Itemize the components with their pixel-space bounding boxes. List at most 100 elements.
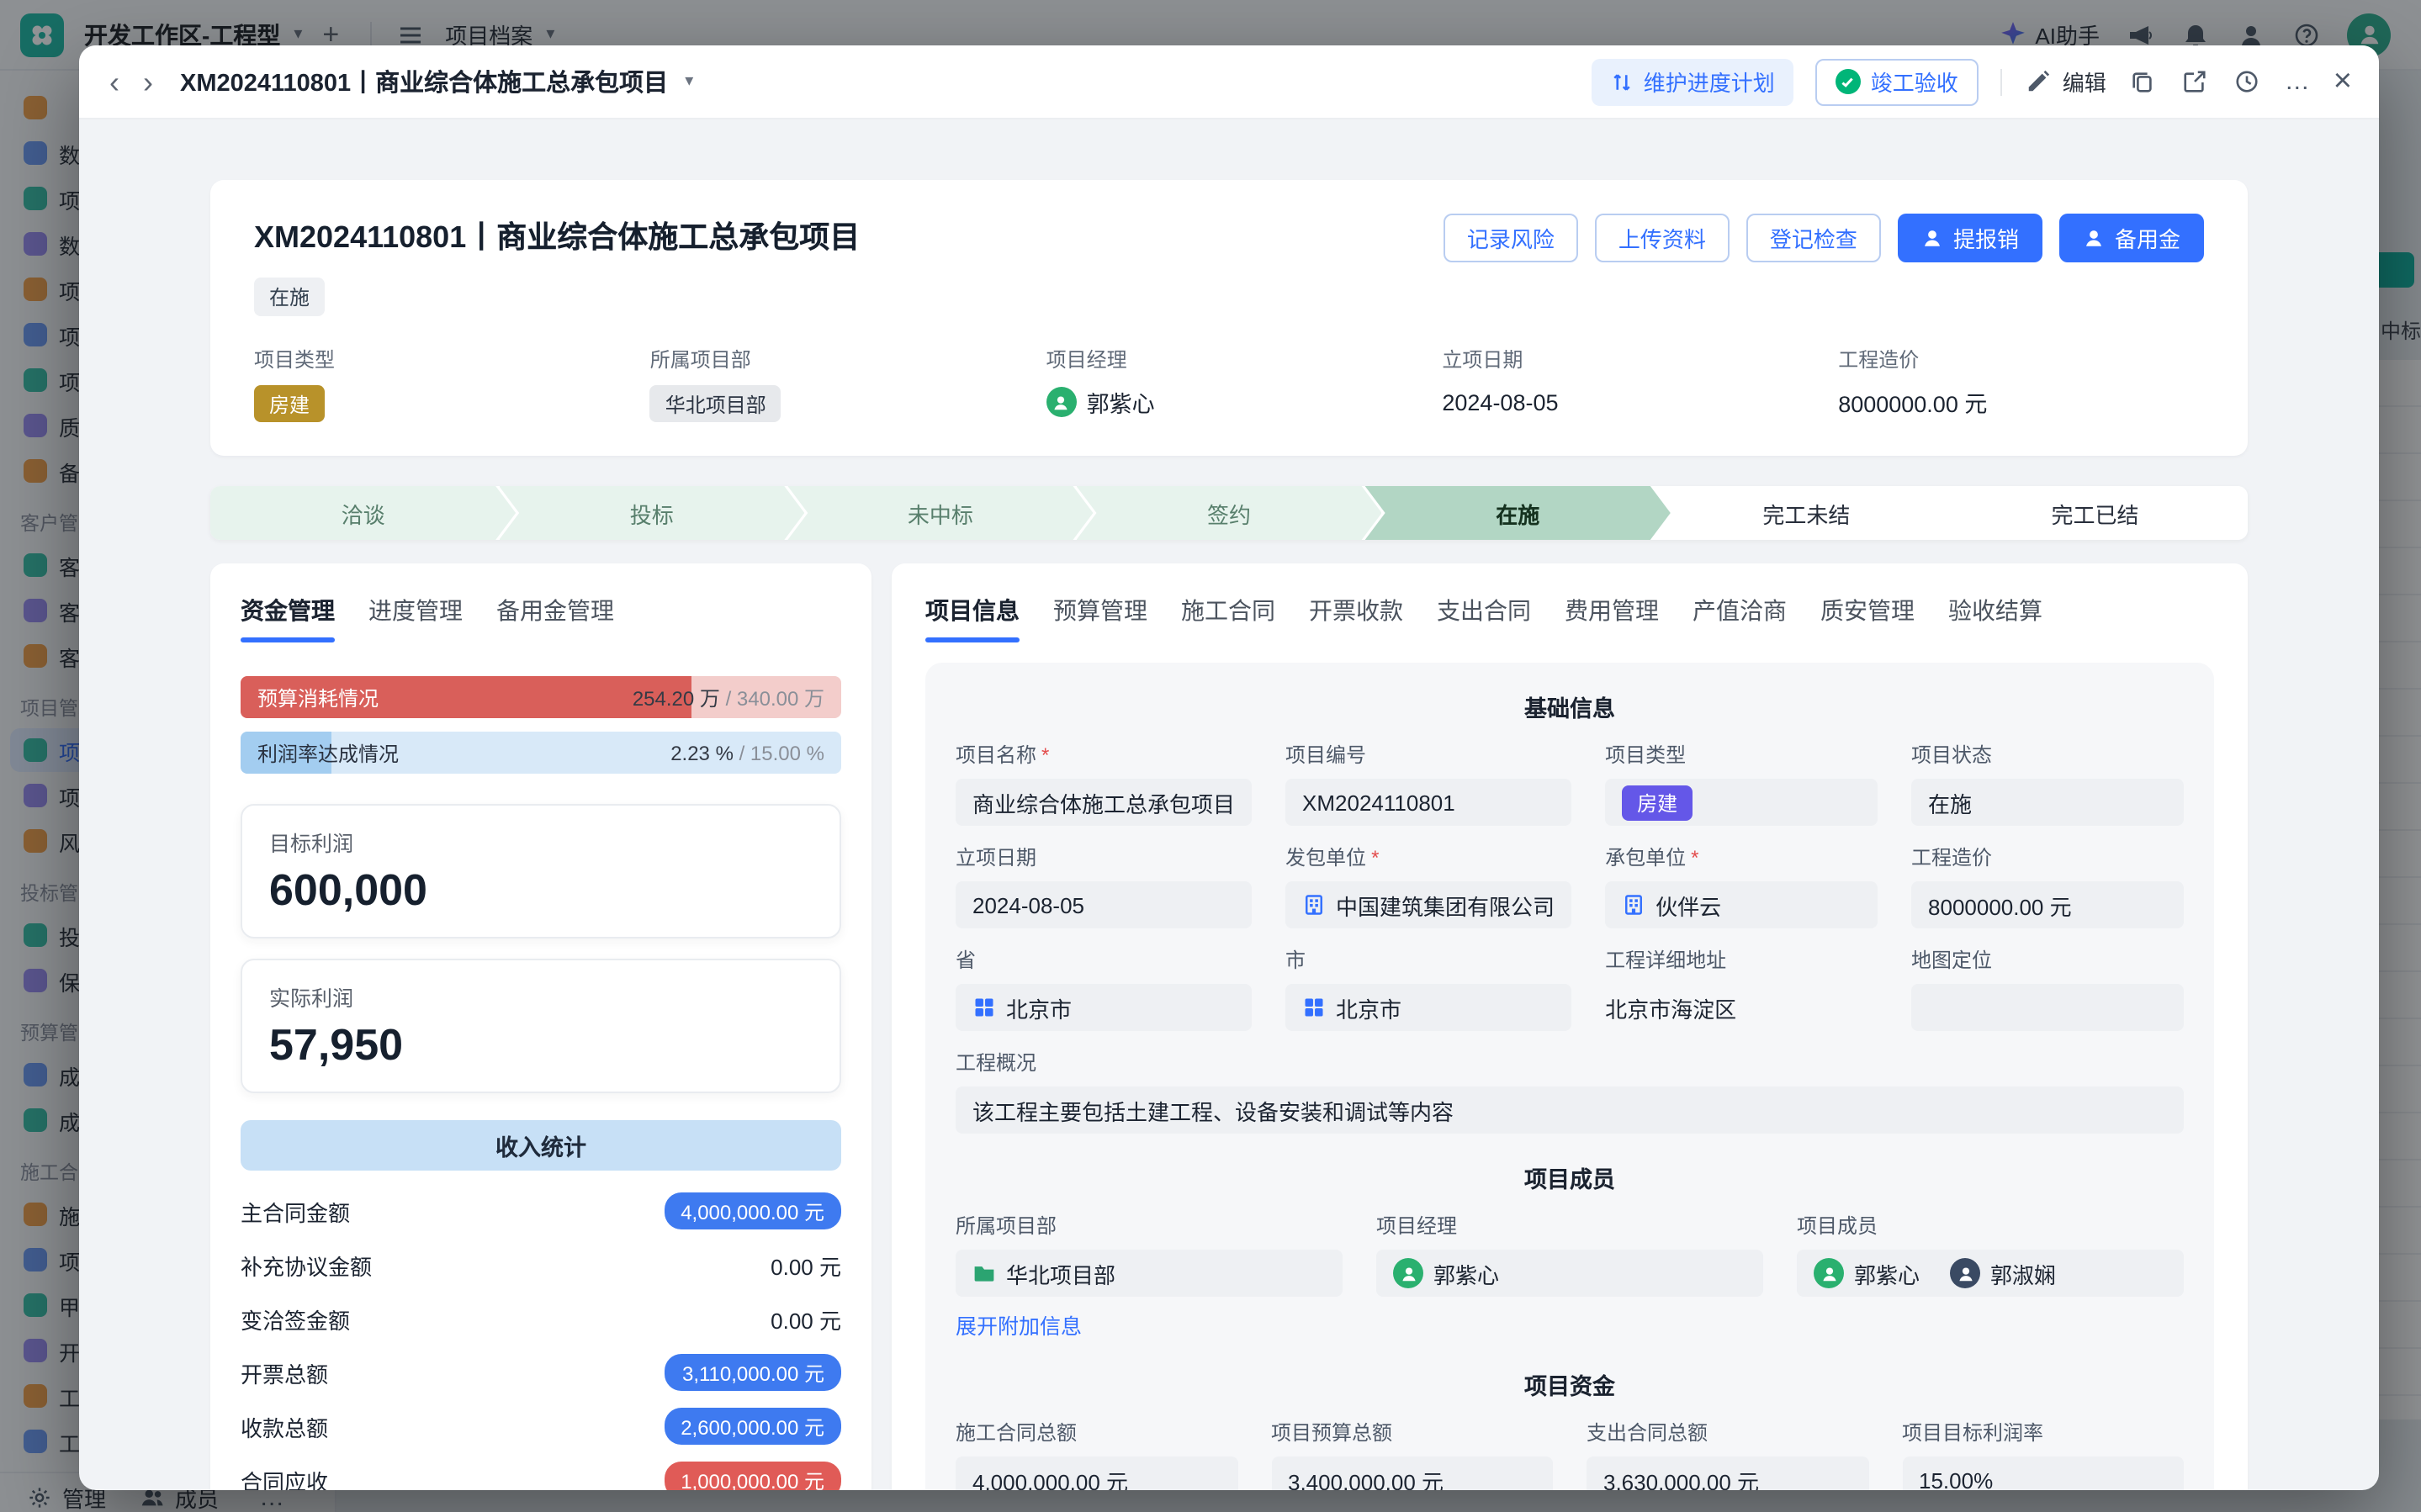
form-field-value[interactable]: 8000000.00 元	[1911, 881, 2184, 928]
register-inspection-button[interactable]: 登记检查	[1746, 214, 1881, 262]
chevron-down-icon[interactable]: ▾	[685, 72, 693, 91]
form-field-value[interactable]: XM2024110801	[1285, 779, 1571, 826]
form-field-value[interactable]: 在施	[1911, 779, 2184, 826]
form-field-overview: 工程概况 该工程主要包括土建工程、设备安装和调试等内容	[956, 1048, 2184, 1134]
expand-info-link[interactable]: 展开附加信息	[956, 1308, 1343, 1340]
form-field-value[interactable]: 北京市海淀区	[1605, 984, 1878, 1031]
tab[interactable]: 施工合同	[1181, 594, 1275, 642]
form-field: 项目类型 房建	[1605, 740, 1878, 826]
member-chip: 郭淑娴	[1950, 1257, 2056, 1289]
expense-report-button[interactable]: 提报销	[1898, 214, 2042, 262]
tab[interactable]: 验收结算	[1948, 594, 2042, 642]
stage-step[interactable]: 洽谈	[210, 486, 516, 540]
form-field-value[interactable]: 郭紫心	[1376, 1250, 1763, 1297]
member-chip: 郭紫心	[1393, 1257, 1499, 1289]
project-detail-modal: ‹ › XM2024110801丨商业综合体施工总承包项目 ▾ 维护进度计划 竣…	[79, 45, 2379, 1490]
form-field: 发包单位 中国建筑集团有限公司	[1285, 843, 1571, 928]
tab[interactable]: 备用金管理	[496, 594, 614, 642]
stage-step[interactable]: 完工已结	[1942, 486, 2248, 540]
more-button[interactable]: …	[2285, 67, 2312, 96]
close-button[interactable]: ×	[2334, 66, 2352, 98]
grid-icon	[972, 996, 996, 1019]
finance-rows: 主合同金额 4,000,000.00 元 补充协议金额 0.00 元 变洽签金额	[241, 1184, 841, 1490]
finance-row-value: 2,600,000.00 元	[664, 1408, 841, 1445]
members-grid: 所属项目部 华北项目部 展开附加信息 项目经理	[956, 1211, 2184, 1340]
finance-row-value: 4,000,000.00 元	[664, 1192, 841, 1229]
tab[interactable]: 产值洽商	[1693, 594, 1787, 642]
summary-field-start-date: 立项日期 2024-08-05	[1442, 345, 1808, 422]
form-field-value[interactable]: 该工程主要包括土建工程、设备安装和调试等内容	[956, 1086, 2184, 1134]
project-title: XM2024110801丨商业综合体施工总承包项目	[254, 214, 860, 257]
project-stage-bar: 洽谈 投标 未中标 签约 在施	[210, 486, 2248, 540]
form-field-value[interactable]: 15.00%	[1902, 1456, 2184, 1490]
tab[interactable]: 预算管理	[1053, 594, 1147, 642]
divider	[2000, 68, 2002, 95]
form-field-value[interactable]: 中国建筑集团有限公司	[1285, 881, 1571, 928]
history-button[interactable]	[2233, 66, 2263, 97]
profit-rate-progress-bar: 利润率达成情况 2.23 % / 15.00 %	[241, 732, 841, 774]
form-field: 支出合同总额 3,630,000.00 元	[1587, 1418, 1868, 1490]
share-button[interactable]	[2180, 66, 2211, 97]
summary-field-manager: 项目经理 郭紫心	[1046, 345, 1412, 422]
project-type-badge: 房建	[254, 385, 325, 422]
petty-cash-button[interactable]: 备用金	[2059, 214, 2204, 262]
forward-arrow-icon[interactable]: ›	[140, 66, 156, 97]
stage-step[interactable]: 投标	[499, 486, 804, 540]
form-field-value[interactable]: 北京市	[956, 984, 1252, 1031]
back-arrow-icon[interactable]: ‹	[106, 66, 123, 97]
tab[interactable]: 质安管理	[1820, 594, 1915, 642]
person-icon	[2083, 227, 2105, 249]
form-field-value[interactable]: 北京市	[1285, 984, 1571, 1031]
form-field: 项目预算总额 3,400,000.00 元	[1271, 1418, 1553, 1490]
tab[interactable]: 进度管理	[368, 594, 463, 642]
tab[interactable]: 支出合同	[1437, 594, 1531, 642]
copy-button[interactable]	[2128, 66, 2159, 97]
form-field-value[interactable]: 2024-08-05	[956, 881, 1252, 928]
finance-row: 开票总额 3,110,000.00 元	[241, 1345, 841, 1399]
stage-step[interactable]: 签约	[1076, 486, 1381, 540]
form-field-value[interactable]: 3,630,000.00 元	[1587, 1456, 1868, 1490]
income-stats-button[interactable]: 收入统计	[241, 1120, 841, 1171]
form-field-value[interactable]: 4,000,000.00 元	[956, 1456, 1237, 1490]
form-field-value[interactable]: 伙伴云	[1605, 881, 1878, 928]
tab[interactable]: 项目信息	[925, 594, 1020, 642]
project-info-panel: 项目信息 预算管理 施工合同 开票收款 支出合同 费用管理 产值洽商	[892, 563, 2248, 1490]
finance-row-value: 0.00 元	[771, 1249, 841, 1281]
form-field-value[interactable]: 3,400,000.00 元	[1271, 1456, 1553, 1490]
form-field: 项目名称 商业综合体施工总承包项目	[956, 740, 1252, 826]
tab[interactable]: 费用管理	[1565, 594, 1659, 642]
edit-button[interactable]: 编辑	[2024, 66, 2106, 98]
form-field: 项目目标利润率 15.00%	[1902, 1418, 2184, 1490]
finance-row-value: 0.00 元	[771, 1303, 841, 1335]
form-field-value[interactable]: 商业综合体施工总承包项目	[956, 779, 1252, 826]
form-field-value[interactable]	[1911, 984, 2184, 1031]
stage-step[interactable]: 在施	[1365, 486, 1671, 540]
form-field: 省 北京市	[956, 945, 1252, 1031]
form-field: 工程造价 8000000.00 元	[1911, 843, 2184, 928]
form-field-manager: 项目经理 郭紫心	[1376, 1211, 1763, 1340]
screen: 开发工作区-工程型 ▾ + 项目档案 ▾ AI助手	[0, 0, 2421, 1512]
upload-material-button[interactable]: 上传资料	[1595, 214, 1730, 262]
department-badge: 华北项目部	[650, 385, 781, 422]
maintain-schedule-button[interactable]: 维护进度计划	[1592, 58, 1793, 105]
modal-header: ‹ › XM2024110801丨商业综合体施工总承包项目 ▾ 维护进度计划 竣…	[79, 45, 2379, 119]
tab[interactable]: 开票收款	[1309, 594, 1403, 642]
completion-acceptance-button[interactable]: 竣工验收	[1815, 58, 1979, 105]
form-field: 立项日期 2024-08-05	[956, 843, 1252, 928]
form-field: 工程详细地址 北京市海淀区	[1605, 945, 1878, 1031]
stage-step[interactable]: 未中标	[787, 486, 1093, 540]
form-field-value[interactable]: 郭紫心 郭淑娴	[1797, 1250, 2184, 1297]
avatar	[1046, 387, 1077, 417]
funds-grid: 施工合同总额 4,000,000.00 元 项目预算总额 3,400,0	[956, 1418, 2184, 1490]
finance-row-value: 3,110,000.00 元	[665, 1354, 841, 1391]
stage-step[interactable]: 完工未结	[1654, 486, 1959, 540]
record-risk-button[interactable]: 记录风险	[1444, 214, 1578, 262]
tab[interactable]: 资金管理	[241, 594, 335, 642]
form-field-value[interactable]: 房建	[1605, 779, 1878, 826]
finance-panel: 资金管理 进度管理 备用金管理 预算消耗情况 254.20 万 / 340.00…	[210, 563, 871, 1490]
member-chip: 郭紫心	[1814, 1257, 1920, 1289]
finance-row: 补充协议金额 0.00 元	[241, 1238, 841, 1292]
avatar	[1950, 1258, 1980, 1288]
section-title-basic-info: 基础信息	[956, 690, 2184, 723]
form-field-value[interactable]: 华北项目部	[956, 1250, 1343, 1297]
